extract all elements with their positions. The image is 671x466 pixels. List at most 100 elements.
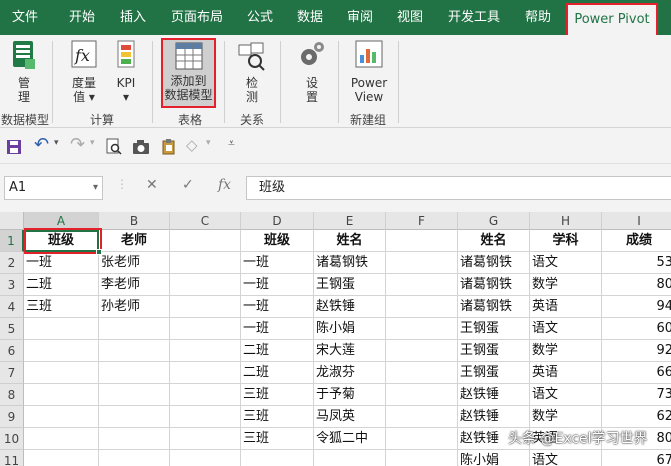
undo-dropdown-icon[interactable]: ▾ — [54, 138, 59, 148]
tab-file[interactable]: 文件 — [0, 0, 50, 35]
cell-F5[interactable] — [386, 318, 458, 340]
column-header-I[interactable]: I — [602, 212, 671, 230]
cell-A6[interactable] — [24, 340, 99, 362]
cell-A10[interactable] — [24, 428, 99, 450]
row-header-10[interactable]: 10 — [0, 428, 24, 450]
cell-C3[interactable] — [170, 274, 241, 296]
cell-B4[interactable]: 孙老师 — [99, 296, 170, 318]
column-header-B[interactable]: B — [99, 212, 170, 230]
cell-A9[interactable] — [24, 406, 99, 428]
row-header-2[interactable]: 2 — [0, 252, 24, 274]
cell-D1[interactable]: 班级 — [241, 230, 314, 252]
cell-C7[interactable] — [170, 362, 241, 384]
cell-E6[interactable]: 宋大莲 — [314, 340, 386, 362]
cell-E9[interactable]: 马凤英 — [314, 406, 386, 428]
save-icon[interactable] — [6, 139, 22, 155]
cell-E3[interactable]: 王钢蛋 — [314, 274, 386, 296]
cell-F4[interactable] — [386, 296, 458, 318]
paste-values-icon[interactable] — [160, 139, 178, 155]
cell-H9[interactable]: 数学 — [530, 406, 602, 428]
row-header-6[interactable]: 6 — [0, 340, 24, 362]
cell-A4[interactable]: 三班 — [24, 296, 99, 318]
format-painter-icon[interactable]: ◇ — [186, 136, 198, 154]
cell-G2[interactable]: 诸葛钢铁 — [458, 252, 530, 274]
cell-C4[interactable] — [170, 296, 241, 318]
column-header-E[interactable]: E — [314, 212, 386, 230]
cell-G6[interactable]: 王钢蛋 — [458, 340, 530, 362]
cell-G8[interactable]: 赵铁锤 — [458, 384, 530, 406]
cell-C8[interactable] — [170, 384, 241, 406]
cell-C6[interactable] — [170, 340, 241, 362]
cell-H8[interactable]: 语文 — [530, 384, 602, 406]
format-dropdown-icon[interactable]: ▾ — [206, 138, 211, 148]
cell-E10[interactable]: 令狐二中 — [314, 428, 386, 450]
cell-D6[interactable]: 二班 — [241, 340, 314, 362]
row-header-3[interactable]: 3 — [0, 274, 24, 296]
tab-help[interactable]: 帮助 — [516, 0, 560, 35]
column-header-G[interactable]: G — [458, 212, 530, 230]
cell-B1[interactable]: 老师 — [99, 230, 170, 252]
row-header-11[interactable]: 11 — [0, 450, 24, 466]
cell-H2[interactable]: 语文 — [530, 252, 602, 274]
name-box[interactable]: A1 ▾ — [4, 176, 103, 200]
cell-I6[interactable]: 92 — [602, 340, 671, 362]
cell-I7[interactable]: 66 — [602, 362, 671, 384]
cell-A11[interactable] — [24, 450, 99, 466]
cell-G7[interactable]: 王钢蛋 — [458, 362, 530, 384]
column-header-D[interactable]: D — [241, 212, 314, 230]
cell-H11[interactable]: 语文 — [530, 450, 602, 466]
cell-E11[interactable] — [314, 450, 386, 466]
cell-F9[interactable] — [386, 406, 458, 428]
cell-F2[interactable] — [386, 252, 458, 274]
cell-F11[interactable] — [386, 450, 458, 466]
cell-A7[interactable] — [24, 362, 99, 384]
customize-toolbar-icon[interactable]: ⩡ — [228, 136, 235, 151]
cell-A8[interactable] — [24, 384, 99, 406]
cell-G11[interactable]: 陈小娟 — [458, 450, 530, 466]
tab-view[interactable]: 视图 — [388, 0, 432, 35]
cell-H5[interactable]: 语文 — [530, 318, 602, 340]
cell-G9[interactable]: 赵铁锤 — [458, 406, 530, 428]
power-view-button[interactable]: Power View — [346, 39, 392, 104]
tab-formulas[interactable]: 公式 — [238, 0, 282, 35]
cell-H4[interactable]: 英语 — [530, 296, 602, 318]
tab-developer[interactable]: 开发工具 — [440, 0, 508, 35]
cell-I1[interactable]: 成绩 — [602, 230, 671, 252]
manage-button[interactable]: 管 理 — [4, 39, 44, 104]
cell-A5[interactable] — [24, 318, 99, 340]
formula-input[interactable]: 班级 — [246, 176, 671, 200]
name-box-dropdown-icon[interactable]: ▾ — [93, 177, 98, 199]
row-header-1[interactable]: 1 — [0, 230, 24, 252]
cell-D2[interactable]: 一班 — [241, 252, 314, 274]
cell-H6[interactable]: 数学 — [530, 340, 602, 362]
cell-D8[interactable]: 三班 — [241, 384, 314, 406]
tab-power-pivot[interactable]: Power Pivot — [566, 3, 658, 35]
cell-I4[interactable]: 94 — [602, 296, 671, 318]
cell-H3[interactable]: 数学 — [530, 274, 602, 296]
cell-E8[interactable]: 于予菊 — [314, 384, 386, 406]
cell-B8[interactable] — [99, 384, 170, 406]
cell-E5[interactable]: 陈小娟 — [314, 318, 386, 340]
cell-I8[interactable]: 73 — [602, 384, 671, 406]
cell-G3[interactable]: 诸葛钢铁 — [458, 274, 530, 296]
cell-F1[interactable] — [386, 230, 458, 252]
cell-C1[interactable] — [170, 230, 241, 252]
cell-I9[interactable]: 62 — [602, 406, 671, 428]
cell-F6[interactable] — [386, 340, 458, 362]
cell-D4[interactable]: 一班 — [241, 296, 314, 318]
cell-B9[interactable] — [99, 406, 170, 428]
row-header-7[interactable]: 7 — [0, 362, 24, 384]
cell-D11[interactable] — [241, 450, 314, 466]
fill-handle[interactable] — [96, 249, 102, 255]
cell-E4[interactable]: 赵铁锤 — [314, 296, 386, 318]
cell-F3[interactable] — [386, 274, 458, 296]
cell-D10[interactable]: 三班 — [241, 428, 314, 450]
tab-data[interactable]: 数据 — [288, 0, 332, 35]
row-header-8[interactable]: 8 — [0, 384, 24, 406]
cell-C9[interactable] — [170, 406, 241, 428]
insert-function-icon[interactable]: fx — [218, 177, 231, 193]
cell-D3[interactable]: 一班 — [241, 274, 314, 296]
camera-icon[interactable] — [132, 139, 150, 155]
column-header-F[interactable]: F — [386, 212, 458, 230]
cell-A3[interactable]: 二班 — [24, 274, 99, 296]
